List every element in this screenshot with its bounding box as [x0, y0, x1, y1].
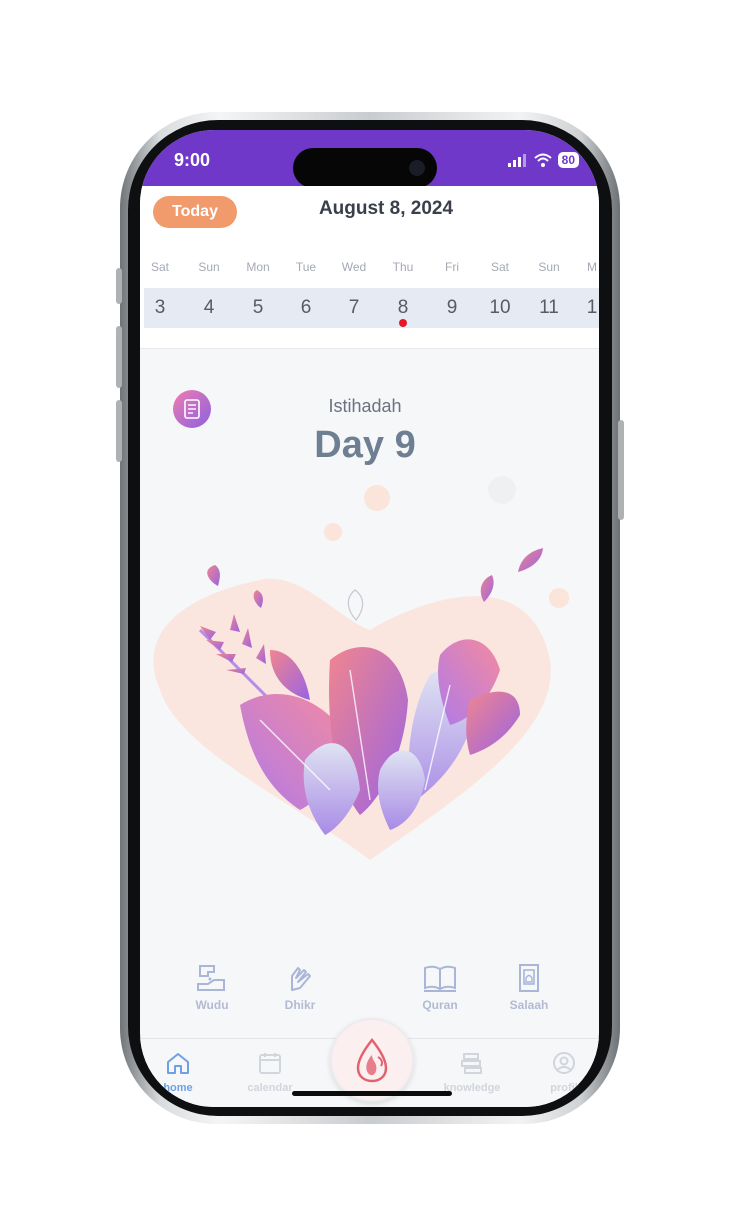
date-cell[interactable]: 7 [334, 288, 374, 328]
weekday-label: Thu [392, 260, 414, 274]
date-cell[interactable]: 5 [238, 288, 278, 328]
weekday-label: Sat [490, 260, 509, 274]
weekday-label: Fri [445, 260, 459, 274]
quick-actions: Wudu Dhikr Quran Salaah [140, 962, 599, 1022]
status-bar: 9:00 80 [140, 130, 599, 188]
home-icon [167, 1053, 189, 1074]
tab-calendar[interactable]: calendar [238, 1051, 302, 1094]
log-flow-button[interactable] [330, 1018, 414, 1102]
weekday-label: Wed [341, 260, 367, 274]
wudu-action[interactable]: Wudu [177, 962, 247, 1012]
power-button [618, 420, 624, 520]
mute-switch [116, 268, 122, 304]
date-cell[interactable]: 6 [286, 288, 326, 328]
cycle-day-label: Day 9 [314, 424, 416, 466]
status-indicators: 80 [507, 150, 579, 170]
wifi-icon [533, 153, 552, 167]
date-cell[interactable]: 4 [189, 288, 229, 328]
prayer-mat-icon [519, 964, 539, 992]
date-cell[interactable]: 10 [480, 288, 520, 328]
salaah-action[interactable]: Salaah [494, 962, 564, 1012]
quran-label: Quran [422, 998, 458, 1012]
weekday-label: Mon [246, 260, 270, 274]
weekday-label: M [587, 260, 597, 274]
dhikr-label: Dhikr [284, 998, 316, 1012]
weekday-label: Tue [295, 260, 317, 274]
battery-icon: 80 [557, 152, 579, 168]
date-cell[interactable]: 3 [140, 288, 180, 328]
quran-action[interactable]: Quran [405, 962, 475, 1012]
quran-book-icon [424, 965, 456, 992]
date-cell[interactable]: 9 [432, 288, 472, 328]
home-indicator [292, 1091, 452, 1096]
today-button[interactable]: Today [153, 196, 237, 228]
tab-profile-label: profil [550, 1082, 578, 1094]
profile-icon [553, 1052, 575, 1074]
tab-profile[interactable]: profil [532, 1051, 596, 1094]
cycle-status-label: Istihadah [328, 396, 402, 416]
weekday-label: Sun [198, 260, 220, 274]
tab-knowledge[interactable]: knowledge [440, 1051, 504, 1094]
date-strip: 3 4 5 6 7 8 9 10 11 1 [144, 288, 599, 328]
books-icon [461, 1053, 482, 1074]
salaah-label: Salaah [509, 998, 549, 1012]
weekday-label: Sun [538, 260, 560, 274]
dhikr-action[interactable]: Dhikr [265, 962, 335, 1012]
tab-home-label: home [163, 1082, 193, 1094]
blood-drop-icon [356, 1037, 388, 1083]
calendar-icon [259, 1053, 281, 1074]
weekday-label: Sat [150, 260, 169, 274]
selected-date-dot [399, 319, 407, 327]
camera-lens [409, 160, 425, 176]
dynamic-island [293, 148, 437, 188]
volume-up-button [116, 326, 122, 388]
document-scroll-icon[interactable] [173, 390, 211, 428]
weekday-row: Sat Sun Mon Tue Wed Thu Fri Sat Sun M [140, 260, 599, 280]
selected-date-title: August 8, 2024 [318, 198, 454, 219]
date-cell[interactable]: 11 [529, 288, 569, 328]
dhikr-hands-icon [291, 967, 311, 991]
tab-home[interactable]: home [146, 1051, 210, 1094]
app-screen: 9:00 80 Today August 8, 2024 Sat Sun Mon… [140, 130, 599, 1107]
calendar-header: Today August 8, 2024 Sat Sun Mon Tue Wed… [140, 186, 599, 349]
wudu-label: Wudu [195, 998, 229, 1012]
status-time: 9:00 [174, 150, 211, 170]
date-cell[interactable]: 1 [572, 288, 599, 328]
volume-down-button [116, 400, 122, 462]
floral-heart-illustration [153, 476, 569, 860]
wudu-hand-tap-icon [197, 965, 225, 991]
signal-icon [507, 154, 526, 167]
